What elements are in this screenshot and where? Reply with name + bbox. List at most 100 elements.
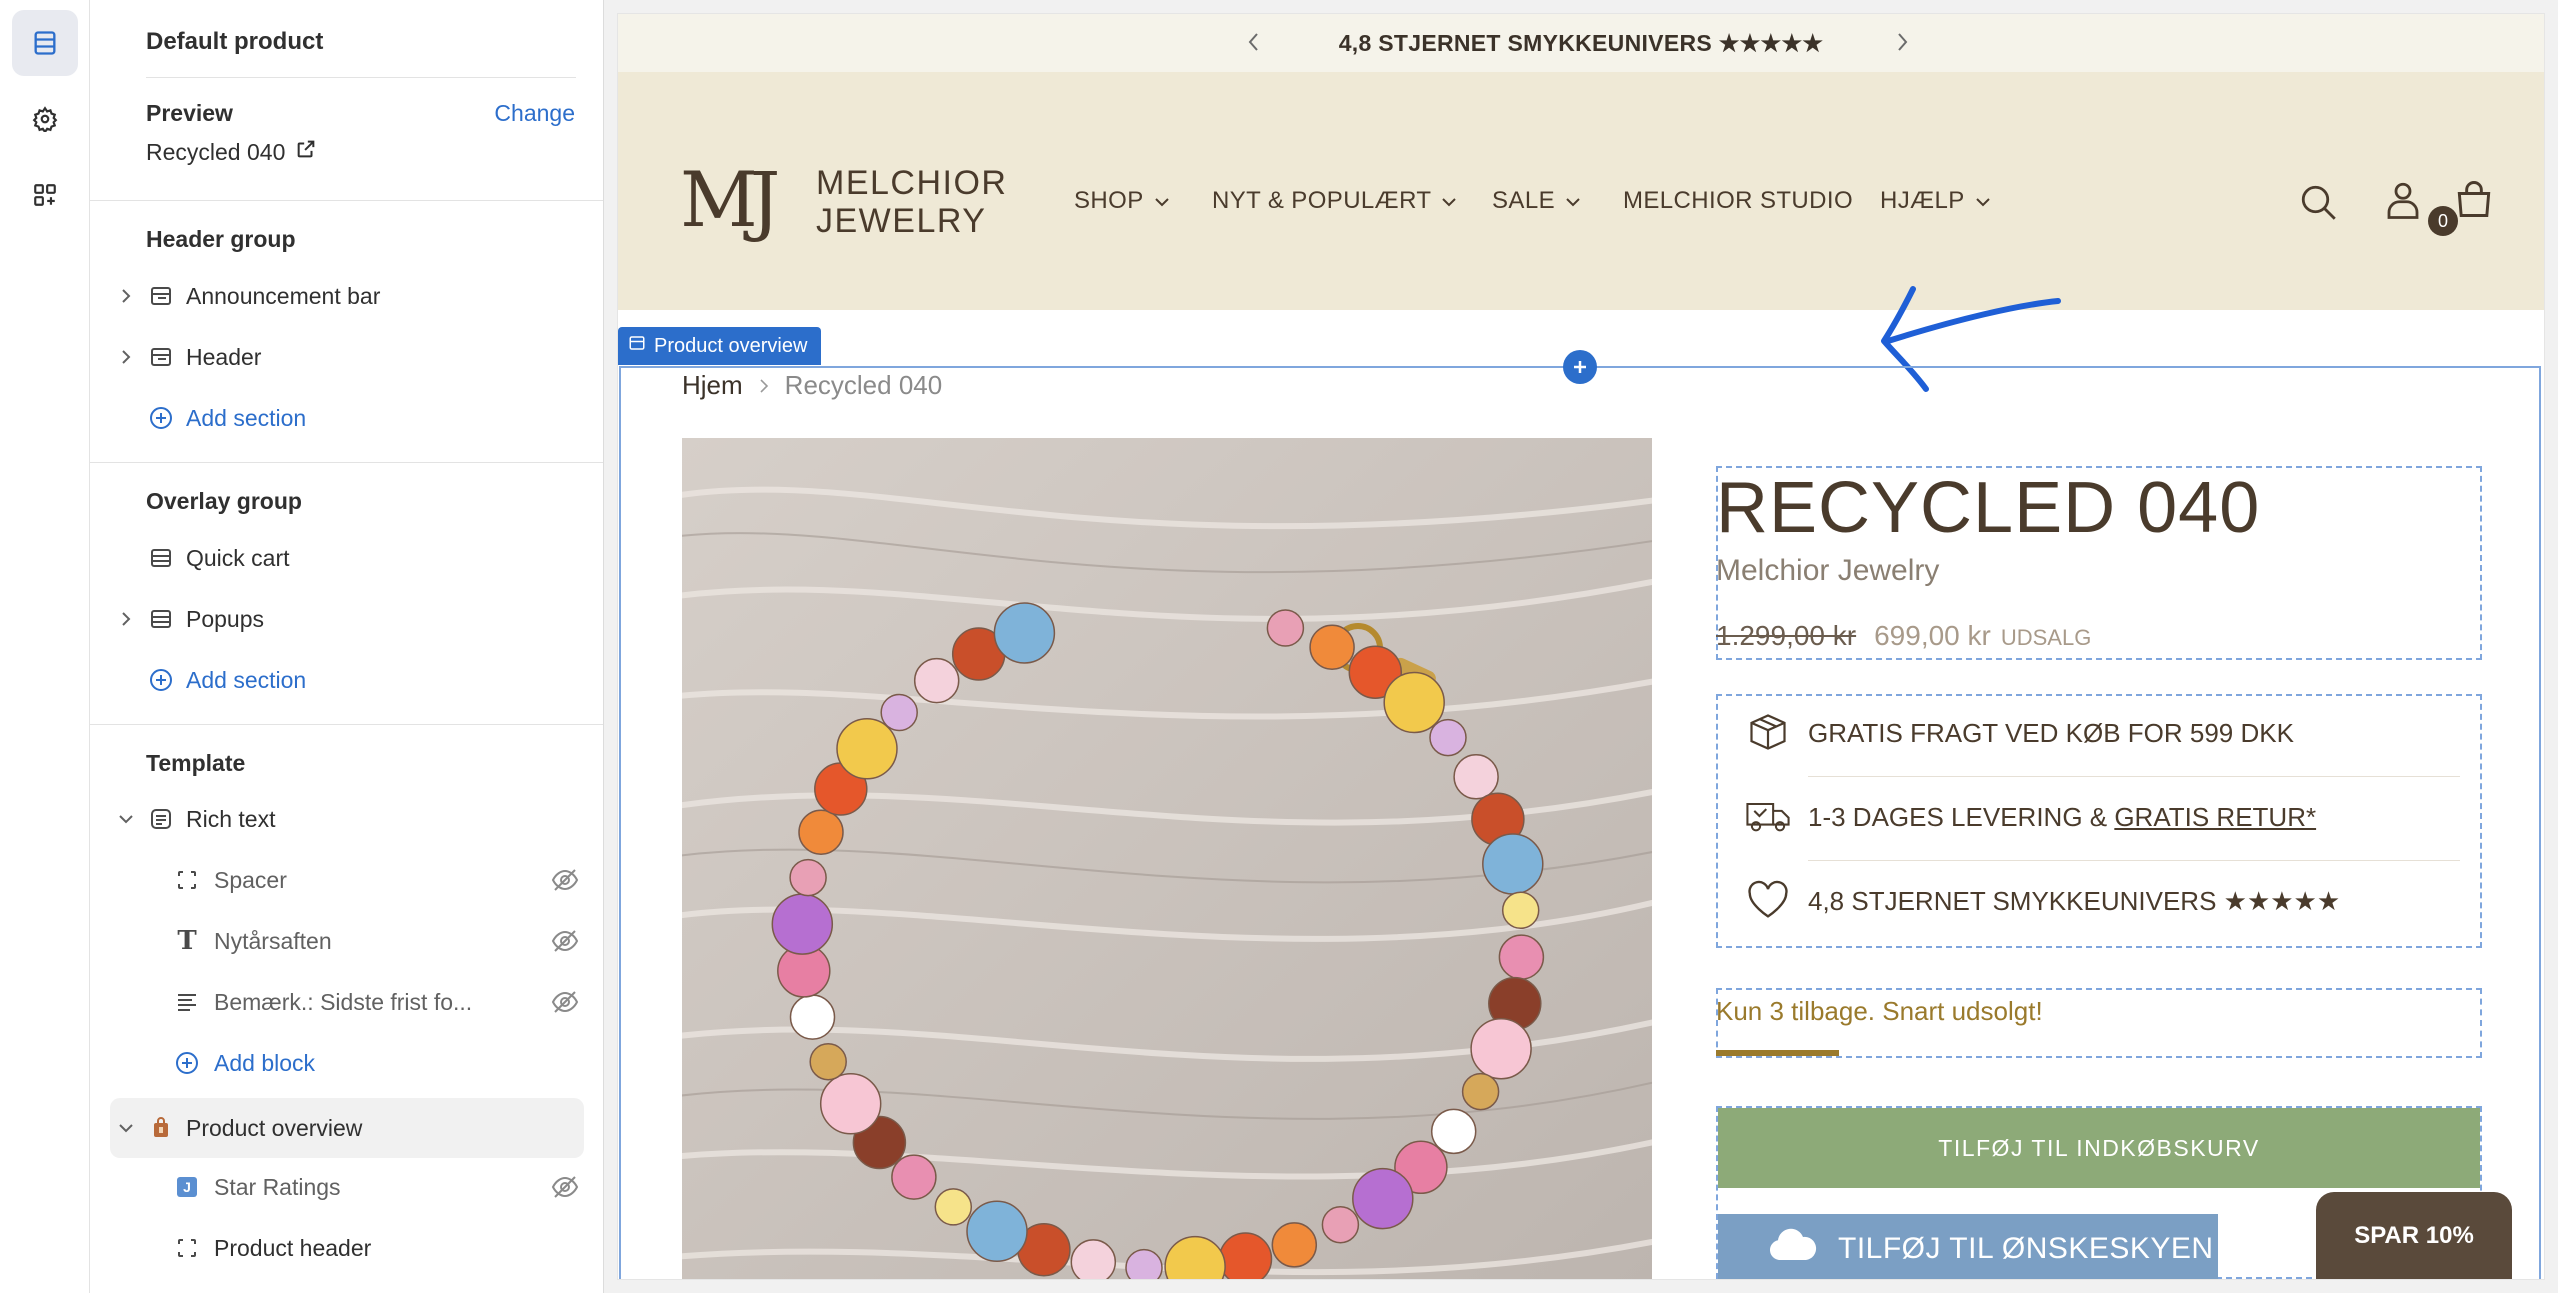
block-spacer[interactable]: Spacer [90, 852, 603, 908]
section-product-overview[interactable]: Product overview [110, 1098, 584, 1158]
section-tag-label: Product overview [654, 334, 808, 357]
section-tag-product-overview[interactable]: Product overview [618, 327, 822, 365]
chevron-right-icon[interactable] [118, 288, 134, 304]
text-type-icon: T [177, 926, 197, 956]
product-image[interactable] [682, 438, 1652, 1279]
settings-gear-icon[interactable] [12, 86, 78, 152]
chevron-right-icon[interactable] [1894, 30, 1910, 60]
store-preview: 4,8 STJERNET SMYKKEUNIVERS ★★★★★ MJ MELC… [618, 14, 2544, 1279]
logo-monogram[interactable]: MJ [680, 162, 780, 238]
breadcrumb: Hjem Recycled 040 [682, 370, 942, 401]
chevron-left-icon[interactable] [1246, 30, 1262, 60]
plus-circle-icon [148, 405, 174, 431]
hidden-eye-icon[interactable] [550, 1174, 580, 1200]
add-section-label: Add section [186, 666, 307, 693]
template-title: Template [146, 750, 246, 776]
change-preview-link[interactable]: Change [494, 100, 575, 127]
add-section-plus-icon[interactable] [1563, 350, 1597, 384]
editor-rail [0, 0, 90, 1293]
hidden-eye-icon[interactable] [550, 867, 580, 893]
section-layout-icon [148, 344, 174, 370]
apps-icon[interactable] [12, 162, 78, 228]
bead [819, 1073, 882, 1135]
add-to-cart-button[interactable]: TILFØJ TIL INDKØBSKURV [1718, 1108, 2480, 1188]
add-block-button[interactable]: Add block [90, 1035, 603, 1091]
chevron-down-icon [1154, 187, 1170, 215]
chevron-down-icon[interactable] [118, 1120, 134, 1136]
block-star-ratings[interactable]: J Star Ratings [90, 1159, 603, 1215]
free-returns-link[interactable]: GRATIS RETUR* [2114, 802, 2316, 832]
cloud-icon [1768, 1228, 1818, 1270]
stock-bar-fill [1716, 1050, 1839, 1056]
bead [1429, 718, 1467, 757]
add-section-label: Add section [186, 404, 307, 431]
bead [1461, 1072, 1500, 1111]
bead [1498, 934, 1545, 980]
add-section-overlay-group[interactable]: Add section [90, 652, 603, 708]
block-bemaerk[interactable]: Bemærk.: Sidste frist fo... [90, 974, 603, 1030]
feature-free-shipping: GRATIS FRAGT VED KØB FOR 599 DKK [1808, 718, 2294, 748]
sale-price: 699,00 kr [1874, 620, 1991, 651]
nav-help[interactable]: HJÆLP [1880, 187, 1991, 215]
discount-popup-tab[interactable]: SPAR 10% [2316, 1192, 2512, 1279]
wishlist-label: TILFØJ TIL ØNSKESKYEN [1838, 1232, 2214, 1265]
bead [891, 1154, 937, 1200]
breadcrumb-home[interactable]: Hjem [682, 370, 743, 401]
plus-circle-icon [174, 1050, 200, 1076]
account-icon[interactable] [2382, 178, 2424, 227]
panel-title: Default product [146, 28, 324, 55]
announcement-text: 4,8 STJERNET SMYKKEUNIVERS ★★★★★ [1338, 29, 1824, 56]
block-nytarsaften[interactable]: T Nytårsaften [90, 913, 603, 969]
preview-product-name: Recycled 040 [146, 138, 286, 165]
block-product-header[interactable]: Product header [90, 1220, 603, 1276]
bead [966, 1200, 1028, 1263]
section-label: Popups [186, 605, 265, 632]
external-link-icon [295, 138, 317, 166]
wishlist-button[interactable]: TILFØJ TIL ØNSKESKYEN [1718, 1214, 2218, 1279]
sections-panel: Default product Preview Change Recycled … [90, 0, 604, 1293]
feature-rating: 4,8 STJERNET SMYKKEUNIVERS ★★★★★ [1808, 886, 2341, 916]
bead [1501, 891, 1540, 930]
bead [789, 858, 827, 897]
section-layout-icon [148, 283, 174, 309]
add-section-header-group[interactable]: Add section [90, 390, 603, 446]
hidden-eye-icon[interactable] [550, 928, 580, 954]
logo-wordmark[interactable]: MELCHIOR JEWELRY [816, 164, 1007, 240]
chevron-right-icon[interactable] [118, 611, 134, 627]
nav-melchior-studio[interactable]: MELCHIOR STUDIO [1623, 187, 1853, 215]
section-layout-icon [148, 606, 174, 632]
nav-label: SHOP [1074, 187, 1144, 214]
nav-new-popular[interactable]: NYT & POPULÆRT [1212, 187, 1457, 215]
bead [993, 602, 1056, 664]
chevron-right-icon[interactable] [118, 349, 134, 365]
nav-shop[interactable]: SHOP [1074, 187, 1170, 215]
chevron-down-icon[interactable] [118, 811, 134, 827]
announcement-bar[interactable]: 4,8 STJERNET SMYKKEUNIVERS ★★★★★ [618, 14, 2544, 72]
section-announcement-bar[interactable]: Announcement bar [90, 268, 603, 324]
bead [1218, 1232, 1273, 1279]
logo-line-2: JEWELRY [816, 202, 987, 240]
cart-bag-icon[interactable] [2452, 176, 2496, 227]
search-icon[interactable] [2298, 182, 2340, 229]
section-popups[interactable]: Popups [90, 591, 603, 647]
sections-icon[interactable] [12, 10, 78, 76]
bead [913, 657, 960, 704]
site-header: MJ MELCHIOR JEWELRY SHOP NYT & POPULÆRT … [618, 72, 2544, 310]
hidden-eye-icon[interactable] [550, 989, 580, 1015]
logo-line-1: MELCHIOR [816, 164, 1008, 202]
block-label: Spacer [214, 866, 287, 893]
product-vendor[interactable]: Melchior Jewelry [1716, 554, 1939, 588]
nav-sale[interactable]: SALE [1492, 187, 1581, 215]
chevron-down-icon [1565, 187, 1581, 215]
bead [1321, 1205, 1360, 1244]
preview-label: Preview [146, 100, 233, 126]
paragraph-icon [174, 989, 200, 1015]
section-layout-icon [628, 334, 646, 358]
section-quick-cart[interactable]: Quick cart [90, 530, 603, 586]
preview-product-link[interactable]: Recycled 040 [146, 138, 317, 166]
feature-delivery: 1-3 DAGES LEVERING & GRATIS RETUR* [1808, 802, 2316, 833]
section-header[interactable]: Header [90, 329, 603, 385]
section-label: Header [186, 343, 262, 370]
nav-label: NYT & POPULÆRT [1212, 187, 1432, 214]
section-rich-text[interactable]: Rich text [90, 791, 603, 847]
